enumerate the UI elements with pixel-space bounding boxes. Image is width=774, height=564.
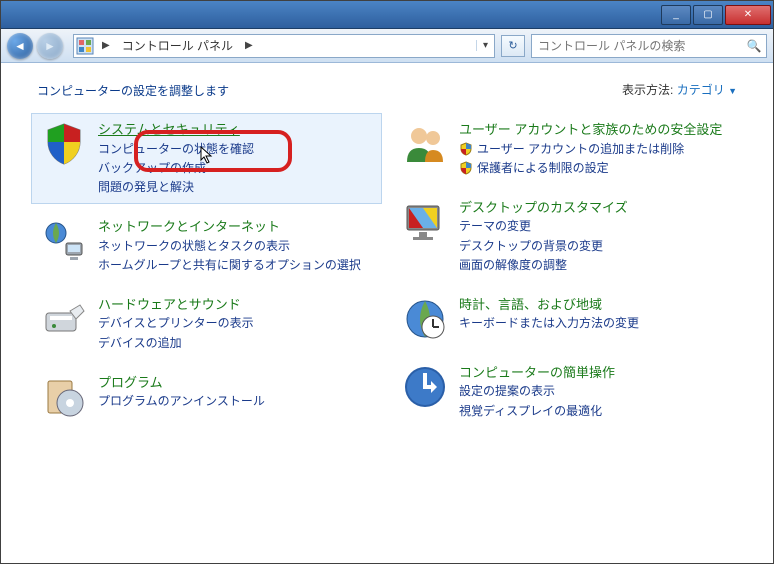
desktop-icon: [401, 198, 449, 246]
sub-link-row: 設定の提案の表示: [459, 382, 734, 401]
sub-link-row: 画面の解像度の調整: [459, 256, 734, 275]
category-block: デスクトップのカスタマイズテーマの変更デスクトップの背景の変更画面の解像度の調整: [392, 191, 743, 282]
network-icon: [40, 217, 88, 265]
titlebar: _ ▢ ✕: [1, 1, 773, 29]
sub-link-row: 問題の発見と解決: [98, 178, 373, 197]
address-dropdown[interactable]: ▾: [476, 40, 494, 51]
clock-icon: [401, 295, 449, 343]
users-icon: [401, 120, 449, 168]
sub-link[interactable]: 画面の解像度の調整: [459, 256, 567, 275]
left-column: システムとセキュリティコンピューターの状態を確認バックアップの作成問題の発見と解…: [31, 113, 382, 434]
category-block: プログラムプログラムのアンインストール: [31, 366, 382, 428]
right-column: ユーザー アカウントと家族のための安全設定ユーザー アカウントの追加または削除保…: [392, 113, 743, 434]
category-link[interactable]: デスクトップのカスタマイズ: [459, 198, 628, 218]
category-block: ネットワークとインターネットネットワークの状態とタスクの表示ホームグループと共有…: [31, 210, 382, 282]
sub-link-row: バックアップの作成: [98, 159, 373, 178]
address-bar[interactable]: ▶ コントロール パネル ▶ ▾: [73, 34, 495, 58]
sub-link-row: デバイスとプリンターの表示: [98, 314, 373, 333]
category-link[interactable]: ハードウェアとサウンド: [98, 295, 241, 315]
content-header: コンピューターの設定を調整します 表示方法: カテゴリ ▼: [31, 81, 743, 99]
category-link[interactable]: コンピューターの簡単操作: [459, 363, 615, 383]
search-icon[interactable]: 🔍: [742, 39, 766, 53]
sub-link[interactable]: ユーザー アカウントの追加または削除: [477, 140, 684, 159]
sub-link[interactable]: コンピューターの状態を確認: [98, 140, 254, 159]
sub-link[interactable]: ホームグループと共有に関するオプションの選択: [98, 256, 361, 275]
category-link[interactable]: システムとセキュリティ: [98, 120, 240, 140]
category-link[interactable]: ネットワークとインターネット: [98, 217, 280, 237]
minimize-button[interactable]: _: [661, 5, 691, 25]
category-text: 時計、言語、および地域キーボードまたは入力方法の変更: [459, 295, 734, 343]
sub-link[interactable]: 設定の提案の表示: [459, 382, 555, 401]
view-by: 表示方法: カテゴリ ▼: [622, 81, 737, 99]
sub-link[interactable]: プログラムのアンインストール: [98, 392, 265, 411]
sub-link[interactable]: 視覚ディスプレイの最適化: [459, 402, 602, 421]
sub-link-row: 視覚ディスプレイの最適化: [459, 402, 734, 421]
sub-link[interactable]: ネットワークの状態とタスクの表示: [98, 237, 290, 256]
adjust-settings-label: コンピューターの設定を調整します: [37, 82, 229, 99]
chevron-down-icon[interactable]: ▼: [728, 86, 737, 96]
sub-link[interactable]: 問題の発見と解決: [98, 178, 194, 197]
category-block: ユーザー アカウントと家族のための安全設定ユーザー アカウントの追加または削除保…: [392, 113, 743, 185]
category-text: プログラムプログラムのアンインストール: [98, 373, 373, 421]
sub-link[interactable]: バックアップの作成: [98, 159, 206, 178]
category-block: システムとセキュリティコンピューターの状態を確認バックアップの作成問題の発見と解…: [31, 113, 382, 204]
category-text: ユーザー アカウントと家族のための安全設定ユーザー アカウントの追加または削除保…: [459, 120, 734, 178]
category-text: ネットワークとインターネットネットワークの状態とタスクの表示ホームグループと共有…: [98, 217, 373, 275]
nav-forward-button: ►: [37, 33, 63, 59]
sub-link-row: ネットワークの状態とタスクの表示: [98, 237, 373, 256]
view-by-value[interactable]: カテゴリ: [677, 81, 725, 99]
maximize-button[interactable]: ▢: [693, 5, 723, 25]
breadcrumb-arrow[interactable]: ▶: [96, 40, 116, 51]
sub-link[interactable]: デバイスの追加: [98, 334, 182, 353]
search-input[interactable]: [532, 39, 742, 53]
sub-link-row: デバイスの追加: [98, 334, 373, 353]
category-text: デスクトップのカスタマイズテーマの変更デスクトップの背景の変更画面の解像度の調整: [459, 198, 734, 275]
sub-link-row: コンピューターの状態を確認: [98, 140, 373, 159]
close-button[interactable]: ✕: [725, 5, 771, 25]
uac-shield-icon: [459, 161, 473, 175]
category-block: ハードウェアとサウンドデバイスとプリンターの表示デバイスの追加: [31, 288, 382, 360]
category-link[interactable]: 時計、言語、および地域: [459, 295, 602, 315]
control-panel-icon: [74, 35, 96, 57]
sub-link-row: デスクトップの背景の変更: [459, 237, 734, 256]
sub-link-row: キーボードまたは入力方法の変更: [459, 314, 734, 333]
category-text: システムとセキュリティコンピューターの状態を確認バックアップの作成問題の発見と解…: [98, 120, 373, 197]
sub-link-row: プログラムのアンインストール: [98, 392, 373, 411]
shield-icon: [40, 120, 88, 168]
sub-link[interactable]: テーマの変更: [459, 217, 531, 236]
uac-shield-icon: [459, 142, 473, 156]
sub-link[interactable]: 保護者による制限の設定: [477, 159, 609, 178]
category-link[interactable]: ユーザー アカウントと家族のための安全設定: [459, 120, 722, 140]
sub-link-row: 保護者による制限の設定: [459, 159, 734, 178]
refresh-button[interactable]: ↻: [501, 35, 525, 57]
content-area: コンピューターの設定を調整します 表示方法: カテゴリ ▼ システムとセキュリテ…: [1, 63, 773, 563]
navbar: ◄ ► ▶ コントロール パネル ▶ ▾ ↻ 🔍: [1, 29, 773, 63]
view-by-label: 表示方法:: [622, 83, 673, 97]
category-text: コンピューターの簡単操作設定の提案の表示視覚ディスプレイの最適化: [459, 363, 734, 421]
sub-link[interactable]: デバイスとプリンターの表示: [98, 314, 254, 333]
category-block: コンピューターの簡単操作設定の提案の表示視覚ディスプレイの最適化: [392, 356, 743, 428]
sub-link-row: テーマの変更: [459, 217, 734, 236]
nav-back-button[interactable]: ◄: [7, 33, 33, 59]
sub-link-row: ホームグループと共有に関するオプションの選択: [98, 256, 373, 275]
sub-link[interactable]: デスクトップの背景の変更: [459, 237, 603, 256]
search-box[interactable]: 🔍: [531, 34, 767, 58]
category-text: ハードウェアとサウンドデバイスとプリンターの表示デバイスの追加: [98, 295, 373, 353]
category-block: 時計、言語、および地域キーボードまたは入力方法の変更: [392, 288, 743, 350]
category-grid: システムとセキュリティコンピューターの状態を確認バックアップの作成問題の発見と解…: [31, 113, 743, 434]
window: _ ▢ ✕ ◄ ► ▶ コントロール パネル ▶ ▾ ↻ 🔍 コンピューターの設…: [0, 0, 774, 564]
breadcrumb-arrow[interactable]: ▶: [239, 40, 259, 51]
category-link[interactable]: プログラム: [98, 373, 163, 393]
breadcrumb-text[interactable]: コントロール パネル: [116, 37, 239, 54]
programs-icon: [40, 373, 88, 421]
hardware-icon: [40, 295, 88, 343]
ease-icon: [401, 363, 449, 411]
sub-link-row: ユーザー アカウントの追加または削除: [459, 140, 734, 159]
sub-link[interactable]: キーボードまたは入力方法の変更: [459, 314, 639, 333]
